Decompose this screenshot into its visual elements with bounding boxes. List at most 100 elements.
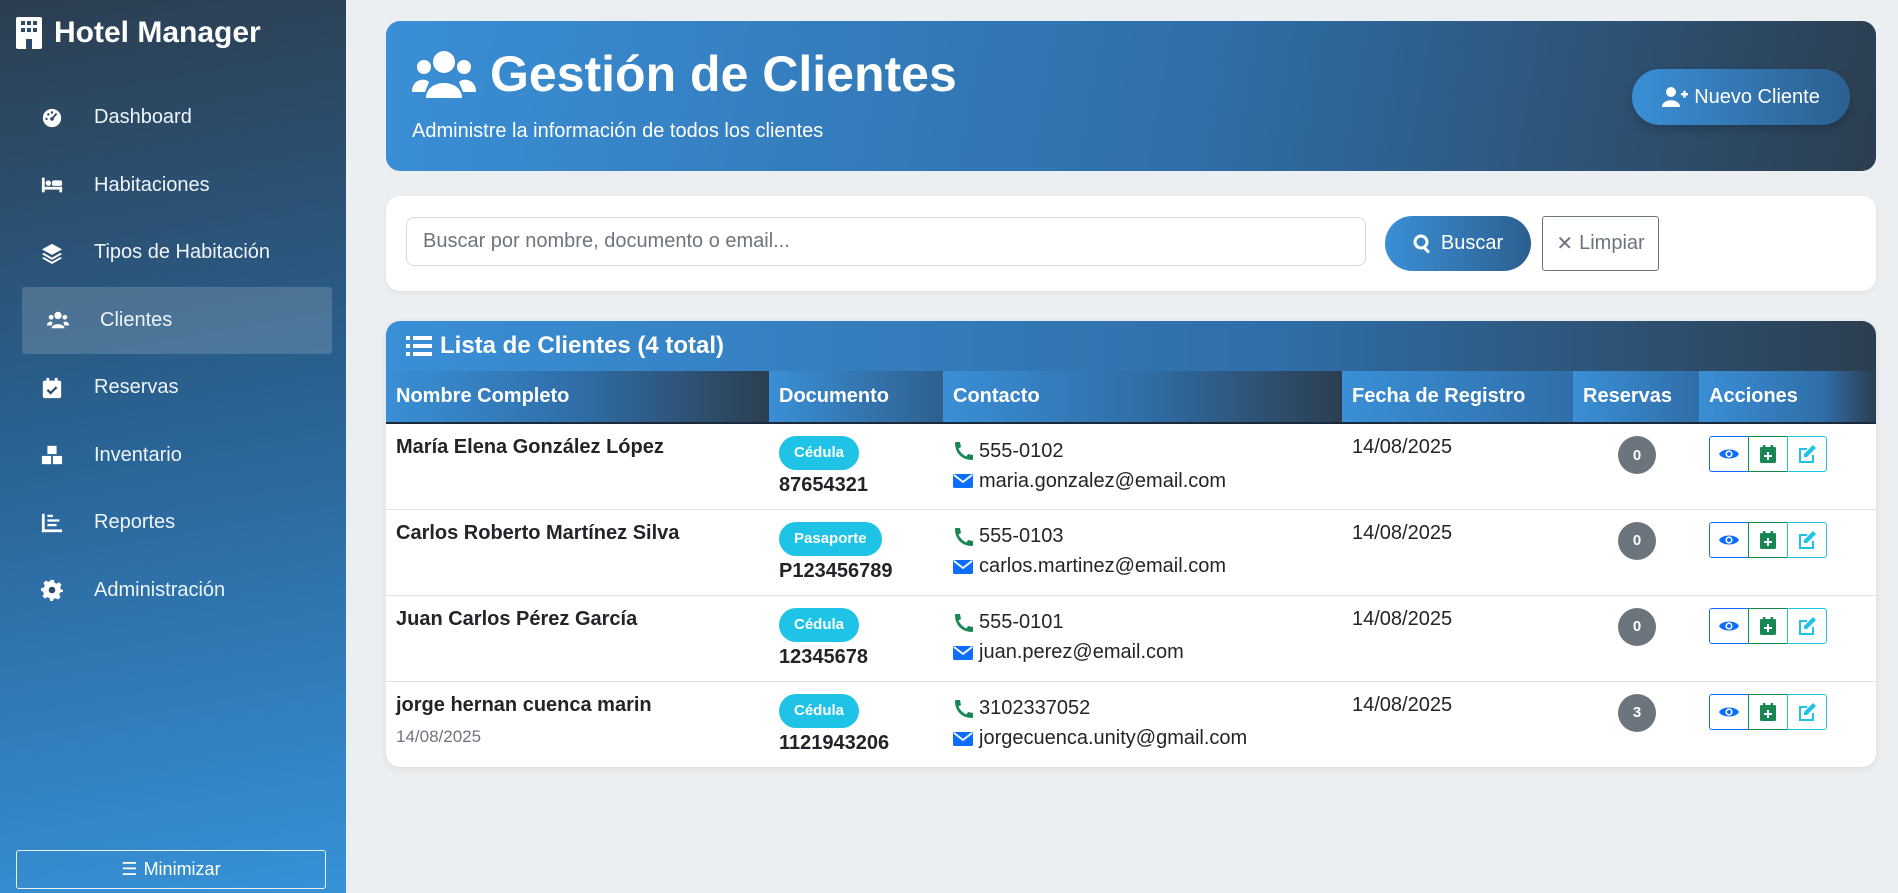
brand[interactable]: Hotel Manager xyxy=(14,16,261,50)
cell-actions xyxy=(1699,595,1876,682)
column-header-fecha[interactable]: Fecha de Registro xyxy=(1342,371,1573,424)
edit-client-button[interactable] xyxy=(1787,607,1827,644)
bed-icon xyxy=(40,173,64,197)
document-number: 12345678 xyxy=(779,645,868,668)
calendar-check-icon xyxy=(40,376,64,400)
column-header-nombre[interactable]: Nombre Completo xyxy=(386,371,769,424)
clients-table: Nombre Completo Documento Contacto Fecha… xyxy=(386,371,1876,767)
minimize-button[interactable]: ☰ Minimizar xyxy=(16,850,326,889)
new-client-button[interactable]: Nuevo Cliente xyxy=(1632,69,1850,125)
search-panel: Buscar ✕ Limpiar xyxy=(386,196,1876,291)
row-actions xyxy=(1709,436,1866,472)
phone-number: 555-0101 xyxy=(979,611,1064,633)
phone-line: 555-0102 xyxy=(953,436,1332,466)
sidebar-item-habitaciones[interactable]: Habitaciones xyxy=(22,152,332,219)
eye-icon xyxy=(1719,535,1739,544)
cell-document: Cédula 87654321 xyxy=(769,423,943,510)
edit-icon xyxy=(1799,445,1816,463)
client-name: Juan Carlos Pérez García xyxy=(396,607,638,630)
edit-icon xyxy=(1799,530,1816,549)
cell-actions xyxy=(1699,509,1876,596)
phone-line: 555-0103 xyxy=(953,522,1332,552)
phone-number: 555-0103 xyxy=(979,525,1064,547)
cell-name: Carlos Roberto Martínez Silva xyxy=(386,509,769,596)
edit-client-button[interactable] xyxy=(1787,436,1827,472)
sidebar-item-label: Clientes xyxy=(100,308,173,331)
add-reservation-button[interactable] xyxy=(1748,436,1788,472)
sidebar-item-administracion[interactable]: Administración xyxy=(22,557,332,624)
calendar-plus-icon xyxy=(1760,445,1776,463)
cell-reservations: 0 xyxy=(1573,423,1699,510)
edit-client-button[interactable] xyxy=(1787,521,1827,558)
clear-button[interactable]: ✕ Limpiar xyxy=(1542,216,1659,271)
cell-registration-date: 14/08/2025 xyxy=(1342,595,1573,682)
table-header-bar: Lista de Clientes (4 total) xyxy=(386,321,1876,371)
search-input[interactable] xyxy=(406,217,1366,266)
calendar-plus-icon xyxy=(1760,616,1776,635)
envelope-icon xyxy=(953,559,973,574)
table-row: jorge hernan cuenca marin 14/08/2025 Céd… xyxy=(386,681,1876,767)
column-header-reservas[interactable]: Reservas xyxy=(1573,371,1699,424)
view-client-button[interactable] xyxy=(1709,693,1749,730)
sidebar-item-reservas[interactable]: Reservas xyxy=(22,354,332,421)
cell-name: Juan Carlos Pérez García xyxy=(386,595,769,682)
user-plus-icon xyxy=(1662,87,1689,107)
client-name: Carlos Roberto Martínez Silva xyxy=(396,521,680,544)
sidebar-item-label: Inventario xyxy=(94,443,182,466)
column-header-documento[interactable]: Documento xyxy=(769,371,943,424)
cell-name: jorge hernan cuenca marin 14/08/2025 xyxy=(386,681,769,767)
add-reservation-button[interactable] xyxy=(1748,607,1788,644)
reservations-count-badge: 0 xyxy=(1618,521,1656,560)
hamburger-icon: ☰ xyxy=(121,859,138,879)
search-button[interactable]: Buscar xyxy=(1385,216,1531,271)
sidebar-item-label: Reservas xyxy=(94,376,179,398)
document-type-badge: Cédula xyxy=(779,693,860,728)
cell-reservations: 0 xyxy=(1573,509,1699,596)
view-client-button[interactable] xyxy=(1709,607,1749,644)
table-row: María Elena González López Cédula 876543… xyxy=(386,423,1876,510)
view-client-button[interactable] xyxy=(1709,521,1749,558)
calendar-plus-icon xyxy=(1760,702,1776,721)
sidebar-item-inventario[interactable]: Inventario xyxy=(22,422,332,489)
cell-reservations: 3 xyxy=(1573,681,1699,767)
row-actions xyxy=(1709,521,1866,558)
cell-contact: 555-0102 maria.gonzalez@email.com xyxy=(943,423,1342,510)
sidebar-nav: Dashboard Habitaciones Tipos de Habitaci… xyxy=(22,84,332,624)
row-actions xyxy=(1709,693,1866,730)
eye-icon xyxy=(1719,707,1739,716)
column-header-contacto[interactable]: Contacto xyxy=(943,371,1342,424)
view-client-button[interactable] xyxy=(1709,436,1749,472)
sidebar: Hotel Manager Dashboard Habitaciones Tip… xyxy=(0,0,346,893)
sidebar-item-tipos-habitacion[interactable]: Tipos de Habitación xyxy=(22,219,332,286)
column-header-acciones: Acciones xyxy=(1699,371,1876,424)
minimize-label: Minimizar xyxy=(143,859,221,879)
client-name: María Elena González López xyxy=(396,436,664,458)
edit-client-button[interactable] xyxy=(1787,693,1827,730)
phone-icon xyxy=(955,442,973,460)
document-type-badge: Pasaporte xyxy=(779,521,882,556)
envelope-icon xyxy=(953,645,973,660)
add-reservation-button[interactable] xyxy=(1748,521,1788,558)
document-type-badge: Cédula xyxy=(779,607,860,642)
close-icon: ✕ xyxy=(1556,233,1574,255)
cell-actions xyxy=(1699,423,1876,510)
users-icon xyxy=(412,51,476,98)
email-address: jorgecuenca.unity@gmail.com xyxy=(979,727,1248,749)
phone-icon xyxy=(955,699,973,718)
cell-document: Cédula 1121943206 xyxy=(769,681,943,767)
sidebar-item-label: Reportes xyxy=(94,511,176,533)
list-icon xyxy=(406,336,432,356)
document-type-badge: Cédula xyxy=(779,436,860,470)
boxes-icon xyxy=(40,443,64,467)
reservations-count-badge: 3 xyxy=(1618,693,1656,732)
sidebar-item-reportes[interactable]: Reportes xyxy=(22,489,332,556)
phone-line: 3102337052 xyxy=(953,694,1332,724)
add-reservation-button[interactable] xyxy=(1748,693,1788,730)
search-button-label: Buscar xyxy=(1440,232,1504,254)
page-header: Gestión de Clientes Administre la inform… xyxy=(386,21,1876,171)
calendar-plus-icon xyxy=(1760,530,1776,549)
hotel-building-icon xyxy=(16,17,42,49)
sidebar-item-clientes[interactable]: Clientes xyxy=(22,286,332,354)
sidebar-item-dashboard[interactable]: Dashboard xyxy=(22,84,332,151)
chart-line-icon xyxy=(40,511,64,535)
